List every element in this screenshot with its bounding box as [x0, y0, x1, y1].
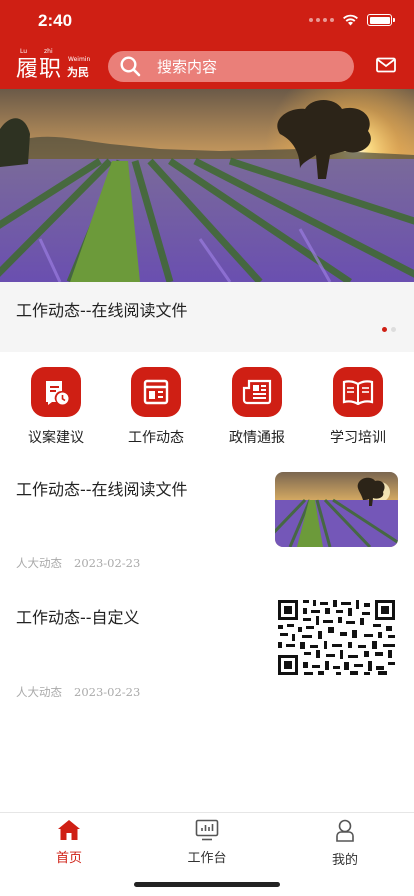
cellular-signal-icon — [309, 18, 334, 22]
app-logo: Lu zhi Weimin 履职 为民 — [16, 48, 91, 82]
search-placeholder: 搜索内容 — [157, 58, 218, 76]
news-source: 人大动态 — [16, 685, 62, 699]
logo-main-text: 履职 — [16, 57, 63, 82]
work-news-icon — [131, 367, 181, 417]
tab-label: 我的 — [331, 853, 358, 868]
user-icon — [336, 819, 354, 842]
home-indicator — [134, 882, 280, 887]
shortcut-proposals[interactable]: 议案建议 — [6, 367, 106, 447]
pager-dot — [391, 327, 396, 332]
news-date: 2023-02-23 — [74, 685, 141, 699]
news-meta: 人大动态 2023-02-23 — [16, 684, 140, 700]
banner-image[interactable] — [0, 89, 414, 282]
home-icon — [58, 820, 80, 840]
news-meta: 人大动态 2023-02-23 — [16, 555, 140, 571]
search-input[interactable]: 搜索内容 — [108, 51, 354, 82]
logo-sub-text: 为民 — [67, 66, 89, 79]
news-item-2[interactable]: 工作动态--自定义 人大动态 2023-02-23 — [0, 600, 414, 704]
tab-workbench[interactable]: 工作台 — [162, 819, 252, 866]
search-icon — [120, 56, 141, 77]
news-source: 人大动态 — [16, 556, 62, 570]
shortcut-bulletin[interactable]: 政情通报 — [207, 367, 307, 447]
shortcut-work-news[interactable]: 工作动态 — [106, 367, 206, 447]
wifi-icon — [343, 14, 358, 26]
tab-label: 工作台 — [187, 851, 227, 866]
status-time: 2:40 — [38, 11, 73, 30]
dashboard-icon — [195, 819, 219, 841]
qr-code-thumbnail — [275, 600, 398, 675]
news-title: 工作动态--在线阅读文件 — [16, 480, 188, 499]
status-icons — [309, 14, 395, 26]
book-icon — [333, 367, 383, 417]
news-thumbnail — [275, 472, 398, 547]
news-date: 2023-02-23 — [74, 556, 141, 570]
app-header: 2:40 Lu zhi Weimin 履职 为民 搜索内容 — [0, 0, 414, 89]
banner-caption: 工作动态--在线阅读文件 — [16, 301, 188, 320]
bulletin-icon — [232, 367, 282, 417]
tab-home[interactable]: 首页 — [24, 819, 114, 866]
news-title: 工作动态--自定义 — [16, 608, 140, 627]
tab-label: 首页 — [55, 851, 82, 866]
shortcut-study[interactable]: 学习培训 — [308, 367, 408, 447]
tab-mine[interactable]: 我的 — [300, 819, 390, 868]
banner-caption-area[interactable]: 工作动态--在线阅读文件 — [0, 282, 414, 352]
battery-icon — [367, 14, 395, 26]
proposal-icon — [31, 367, 81, 417]
news-item-1[interactable]: 工作动态--在线阅读文件 人大动态 2023-02-23 — [0, 472, 414, 576]
banner-pager — [382, 327, 396, 332]
mail-icon[interactable] — [376, 57, 396, 73]
pager-dot-active — [382, 327, 387, 332]
shortcut-grid: 议案建议 工作动态 政情通报 学习培训 — [0, 367, 414, 447]
